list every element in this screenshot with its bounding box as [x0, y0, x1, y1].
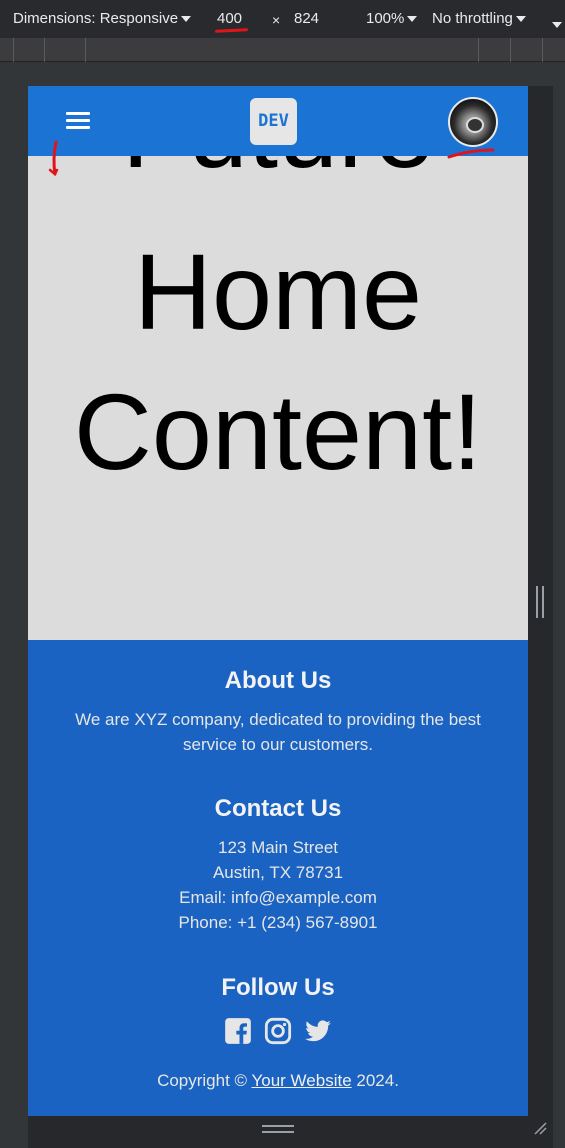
annotation-mark	[48, 140, 59, 176]
zoom-dropdown[interactable]: 100%	[366, 10, 418, 27]
media-query-ruler	[0, 38, 565, 62]
ruler-tick	[85, 38, 86, 62]
chevron-down-icon	[552, 22, 562, 29]
ruler-tick	[542, 38, 543, 62]
emulated-viewport: Future Home Content! DEV About Us We are…	[28, 86, 528, 1116]
contact-phone: Phone: +1 (234) 567-8901	[178, 913, 378, 932]
dimensions-label: Dimensions: Responsive	[13, 10, 179, 27]
ruler-tick	[510, 38, 511, 62]
chevron-down-icon	[407, 16, 418, 23]
hamburger-menu-icon[interactable]	[66, 112, 90, 130]
chevron-down-icon	[181, 16, 192, 23]
corner-resize-icon[interactable]	[533, 1121, 547, 1135]
footer: About Us We are XYZ company, dedicated t…	[28, 640, 528, 1116]
instagram-icon[interactable]	[264, 1017, 292, 1045]
more-options-button[interactable]	[549, 16, 562, 33]
avatar-image	[466, 117, 484, 133]
dimensions-dropdown[interactable]: Dimensions: Responsive	[13, 10, 192, 27]
address-line-1: 123 Main Street	[217, 838, 338, 857]
height-resize-handle[interactable]	[262, 1125, 294, 1133]
social-links	[224, 1017, 334, 1047]
address-line-2: Austin, TX 78731	[212, 863, 344, 882]
avatar[interactable]	[448, 97, 498, 147]
hero-line-3: Content!	[73, 371, 483, 492]
website-link[interactable]: Your Website	[251, 1071, 351, 1090]
throttling-dropdown[interactable]: No throttling	[432, 10, 526, 27]
copyright-suffix: 2024.	[351, 1071, 399, 1090]
about-us-text: We are XYZ company, dedicated to providi…	[75, 710, 481, 754]
width-input[interactable]: 400	[217, 10, 242, 27]
times-separator: ×	[272, 12, 281, 28]
dev-logo[interactable]: DEV	[250, 98, 297, 145]
follow-us-heading: Follow Us	[221, 974, 335, 1001]
hero-line-2: Home	[133, 231, 423, 352]
annotation-underline	[214, 28, 249, 33]
contact-us-heading: Contact Us	[214, 795, 342, 822]
twitter-icon[interactable]	[304, 1017, 332, 1045]
ruler-tick	[478, 38, 479, 62]
chevron-down-icon	[515, 16, 526, 23]
copyright: Copyright © Your Website 2024.	[28, 1068, 528, 1093]
copyright-prefix: Copyright ©	[157, 1071, 252, 1090]
throttling-label: No throttling	[432, 10, 513, 27]
about-us-heading: About Us	[224, 667, 332, 694]
zoom-label: 100%	[366, 10, 405, 27]
facebook-icon[interactable]	[224, 1017, 252, 1045]
height-input[interactable]: 824	[294, 10, 319, 27]
contact-email: Email: info@example.com	[179, 888, 377, 907]
ruler-tick	[13, 38, 14, 62]
devtools-device-toolbar: Dimensions: Responsive 400 × 824 100% No…	[0, 0, 565, 38]
annotation-underline	[447, 148, 495, 159]
width-resize-handle[interactable]	[536, 586, 544, 618]
ruler-tick	[44, 38, 45, 62]
hero-section: Future Home Content!	[28, 86, 528, 640]
